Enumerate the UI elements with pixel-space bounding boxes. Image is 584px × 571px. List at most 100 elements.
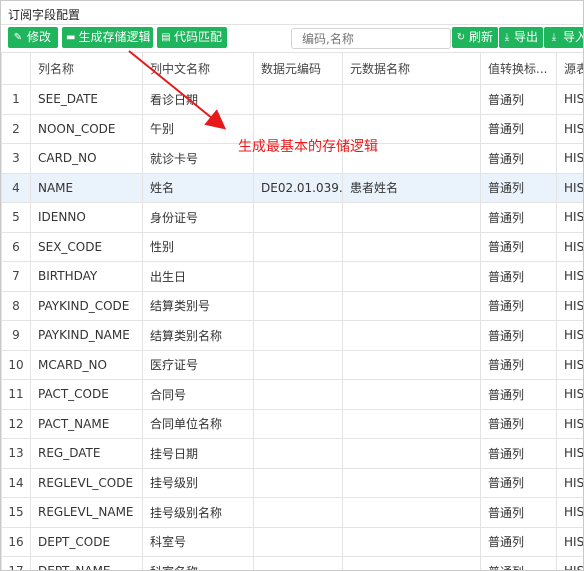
table-row[interactable]: 8 PAYKIND_CODE 结算类别号 普通列 HIS: [1, 290, 583, 321]
window-title: 订阅字段配置: [8, 8, 81, 22]
value-conversion-cell: 普通列: [480, 231, 557, 262]
value-conversion-cell: 普通列: [480, 349, 557, 380]
table-header-row: 列名称 列中文名称 数据元编码 元数据名称 值转换标... 源表: [1, 52, 583, 85]
value-conversion-cell: 普通列: [480, 84, 557, 115]
table-row[interactable]: 1 SEE_DATE 看诊日期 普通列 HIS: [1, 84, 583, 115]
source-table-cell: HIS: [556, 84, 583, 115]
code-match-button[interactable]: ▤ 代码匹配: [157, 27, 227, 48]
value-conversion-cell: 普通列: [480, 113, 557, 144]
data-element-code-cell: [253, 408, 343, 439]
edit-button-label: 修改: [27, 30, 52, 44]
data-element-code-cell: [253, 349, 343, 380]
value-conversion-cell: 普通列: [480, 202, 557, 233]
chinese-name-cell: 科室号: [142, 526, 254, 557]
table-row[interactable]: 7 BIRTHDAY 出生日 普通列 HIS: [1, 261, 583, 292]
data-element-code-cell: [253, 438, 343, 469]
metadata-name-cell: [342, 408, 481, 439]
row-index: 3: [1, 143, 31, 174]
import-button[interactable]: ⤓ 导入: [544, 27, 583, 48]
export-button[interactable]: ⤓ 导出: [499, 27, 543, 48]
column-name-cell: PACT_NAME: [30, 408, 143, 439]
storage-icon: ▬: [66, 31, 76, 43]
chinese-name-cell: 姓名: [142, 172, 254, 203]
metadata-name-cell: [342, 84, 481, 115]
table-row[interactable]: 11 PACT_CODE 合同号 普通列 HIS: [1, 379, 583, 410]
refresh-button[interactable]: ↻ 刷新: [452, 27, 498, 48]
generate-storage-logic-button[interactable]: ▬ 生成存储逻辑: [62, 27, 153, 48]
table-row[interactable]: 17DEPT_NAME科室名称 普通列HIS: [1, 556, 583, 570]
value-conversion-cell: 普通列: [480, 438, 557, 469]
table-row[interactable]: 5 IDENNO 身份证号 普通列 HIS: [1, 202, 583, 233]
value-conversion-cell: 普通列: [480, 408, 557, 439]
pencil-icon: ✎: [13, 31, 23, 43]
table-row[interactable]: 12 PACT_NAME 合同单位名称 普通列 HIS: [1, 408, 583, 439]
chinese-name-cell: 性别: [142, 231, 254, 262]
column-name-cell: SEX_CODE: [30, 231, 143, 262]
metadata-name-cell: [342, 467, 481, 498]
source-table-cell: HIS: [556, 556, 583, 570]
table-row[interactable]: 13 REG_DATE 挂号日期 普通列 HIS: [1, 438, 583, 469]
import-label: 导入: [562, 30, 583, 44]
metadata-name-cell: 患者姓名: [342, 172, 481, 203]
table-row[interactable]: 14 REGLEVL_CODE 挂号级别 普通列 HIS: [1, 467, 583, 498]
column-header-chinese-name[interactable]: 列中文名称: [142, 52, 254, 85]
column-name-cell: NAME: [30, 172, 143, 203]
chinese-name-cell: 科室名称: [142, 556, 254, 570]
column-header-metadata-name[interactable]: 元数据名称: [342, 52, 481, 85]
chinese-name-cell: 出生日: [142, 261, 254, 292]
source-table-cell: HIS: [556, 526, 583, 557]
column-header-source-table[interactable]: 源表: [556, 52, 583, 85]
metadata-name-cell: [342, 497, 481, 528]
column-name-cell: NOON_CODE: [30, 113, 143, 144]
source-table-cell: HIS: [556, 113, 583, 144]
column-name-cell: REGLEVL_CODE: [30, 467, 143, 498]
metadata-name-cell: [342, 349, 481, 380]
column-name-cell: SEE_DATE: [30, 84, 143, 115]
column-name-cell: DEPT_NAME: [30, 556, 143, 570]
column-name-cell: CARD_NO: [30, 143, 143, 174]
chinese-name-cell: 看诊日期: [142, 84, 254, 115]
value-conversion-cell: 普通列: [480, 320, 557, 351]
row-index: 17: [1, 556, 31, 570]
value-conversion-cell: 普通列: [480, 261, 557, 292]
column-name-cell: DEPT_CODE: [30, 526, 143, 557]
chinese-name-cell: 合同单位名称: [142, 408, 254, 439]
download-icon: ⤓: [504, 31, 510, 43]
table-row[interactable]: 15 REGLEVL_NAME 挂号级别名称 普通列 HIS: [1, 497, 583, 528]
chinese-name-cell: 挂号级别: [142, 467, 254, 498]
edit-button[interactable]: ✎ 修改: [8, 27, 58, 48]
row-index: 7: [1, 261, 31, 292]
column-header-data-element-code[interactable]: 数据元编码: [253, 52, 343, 85]
chinese-name-cell: 挂号日期: [142, 438, 254, 469]
table-row[interactable]: 6 SEX_CODE 性别 普通列 HIS: [1, 231, 583, 262]
code-match-label: 代码匹配: [173, 30, 222, 44]
data-element-code-cell: [253, 261, 343, 292]
column-name-cell: PAYKIND_CODE: [30, 290, 143, 321]
search-input[interactable]: [291, 28, 451, 49]
table-row[interactable]: 10 MCARD_NO 医疗证号 普通列 HIS: [1, 349, 583, 380]
column-header-column-name[interactable]: 列名称: [30, 52, 143, 85]
source-table-cell: HIS: [556, 497, 583, 528]
export-label: 导出: [513, 30, 538, 44]
row-index: 14: [1, 467, 31, 498]
table-row[interactable]: 9 PAYKIND_NAME 结算类别名称 普通列 HIS: [1, 320, 583, 351]
row-index: 8: [1, 290, 31, 321]
chinese-name-cell: 合同号: [142, 379, 254, 410]
column-name-cell: MCARD_NO: [30, 349, 143, 380]
column-header-value-conversion[interactable]: 值转换标...: [480, 52, 557, 85]
table-row[interactable]: 4 NAME 姓名 DE02.01.039... 患者姓名 普通列 HIS: [1, 172, 583, 203]
row-index: 10: [1, 349, 31, 380]
row-index: 6: [1, 231, 31, 262]
row-index: 15: [1, 497, 31, 528]
column-name-cell: REG_DATE: [30, 438, 143, 469]
metadata-name-cell: [342, 556, 481, 570]
annotation-text: 生成最基本的存储逻辑: [238, 139, 378, 155]
chinese-name-cell: 结算类别号: [142, 290, 254, 321]
source-table-cell: HIS: [556, 467, 583, 498]
table-row[interactable]: 16 DEPT_CODE 科室号 普通列 HIS: [1, 526, 583, 557]
source-table-cell: HIS: [556, 172, 583, 203]
data-element-code-cell: [253, 84, 343, 115]
metadata-name-cell: [342, 261, 481, 292]
value-conversion-cell: 普通列: [480, 556, 557, 570]
value-conversion-cell: 普通列: [480, 290, 557, 321]
